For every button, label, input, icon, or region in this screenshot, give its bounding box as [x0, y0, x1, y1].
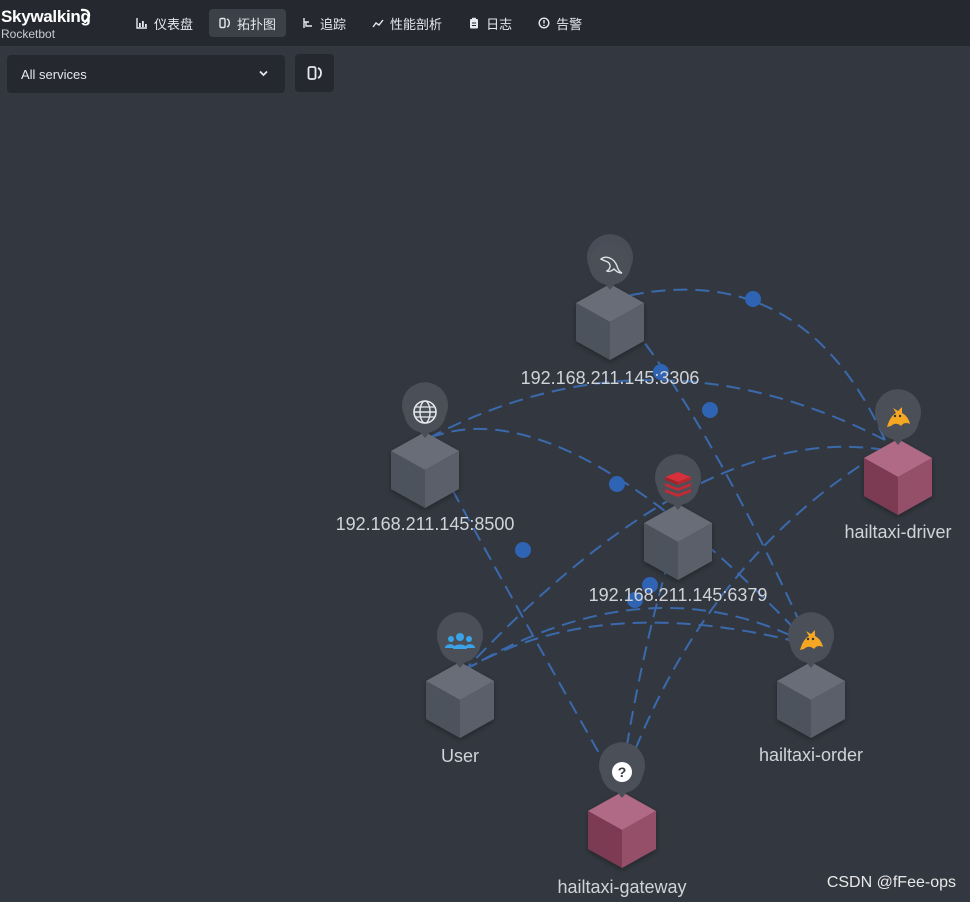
alarm-icon: [538, 17, 550, 29]
nav-profiling[interactable]: 性能剖析: [362, 9, 452, 37]
users-icon: [437, 612, 483, 668]
edge-dot[interactable]: [745, 291, 761, 307]
watermark: CSDN @fFee-ops: [826, 874, 956, 891]
topology-canvas[interactable]: 192.168.211.145:3306 192.168.211.145:850…: [0, 0, 970, 902]
tomcat-icon: [788, 612, 834, 668]
nav-label: 追踪: [320, 16, 347, 32]
service-select-value: All services: [21, 66, 87, 82]
topology-node-user[interactable]: User: [426, 612, 494, 766]
nav-label: 拓扑图: [237, 16, 277, 32]
edge-dot[interactable]: [702, 402, 718, 418]
node-label-redis: 192.168.211.145:6379: [589, 585, 768, 605]
topology-node-gateway[interactable]: ? hailtaxi-gateway: [557, 742, 687, 897]
nav-trace[interactable]: 追踪: [292, 9, 356, 37]
service-select[interactable]: All services: [7, 55, 285, 93]
nav-label: 日志: [486, 16, 513, 32]
trace-icon: [303, 18, 313, 28]
svg-text:?: ?: [618, 764, 627, 780]
topology-node-consul[interactable]: 192.168.211.145:8500: [336, 382, 515, 534]
edge-user-order: [464, 621, 811, 671]
nav-label: 仪表盘: [154, 16, 194, 32]
logo-swirl-icon: [80, 8, 91, 24]
topology-node-order[interactable]: hailtaxi-order: [759, 612, 863, 765]
node-label-driver: hailtaxi-driver: [844, 522, 951, 542]
main-nav: 仪表盘 拓扑图 追踪 性能剖析 日志 告警: [126, 9, 592, 37]
logo-subtitle: Rocketbot: [1, 27, 56, 41]
edge-dot[interactable]: [515, 542, 531, 558]
node-label-user: User: [441, 746, 479, 766]
mysql-dolphin-icon: [587, 234, 633, 290]
node-label-mysql: 192.168.211.145:3306: [521, 368, 700, 388]
top-navigation-bar: Skywalking Rocketbot 仪表盘 拓扑图 追踪 性能剖析 日志: [0, 0, 970, 46]
bar-chart-icon: [136, 18, 147, 29]
nav-dashboard[interactable]: 仪表盘: [126, 9, 203, 37]
node-label-order: hailtaxi-order: [759, 745, 863, 765]
topology-node-driver[interactable]: hailtaxi-driver: [844, 389, 952, 542]
edge-driver-consul: [424, 379, 886, 441]
topology-icon: [219, 17, 230, 29]
question-icon: ?: [599, 742, 645, 798]
chevron-down-icon: [259, 70, 268, 77]
topology-node-mysql[interactable]: 192.168.211.145:3306: [521, 234, 700, 388]
node-label-gateway: hailtaxi-gateway: [557, 877, 686, 897]
nav-label: 性能剖析: [390, 16, 443, 32]
trend-icon: [372, 19, 384, 28]
nav-alarm[interactable]: 告警: [528, 9, 592, 37]
node-label-consul: 192.168.211.145:8500: [336, 514, 515, 534]
edge-dot[interactable]: [609, 476, 625, 492]
skywalking-logo[interactable]: Skywalking Rocketbot: [1, 7, 101, 43]
nav-topology[interactable]: 拓扑图: [209, 9, 287, 37]
redis-icon: [655, 454, 701, 510]
edge-gateway-driver: [619, 449, 886, 791]
globe-icon: [402, 382, 448, 438]
nav-label: 告警: [556, 16, 583, 32]
topology-icon: [307, 66, 322, 80]
topology-switch-button[interactable]: [295, 54, 334, 92]
edge-driver-mysql: [609, 288, 886, 441]
tomcat-icon: [875, 389, 921, 445]
nav-log[interactable]: 日志: [458, 9, 522, 37]
clipboard-icon: [470, 17, 479, 29]
